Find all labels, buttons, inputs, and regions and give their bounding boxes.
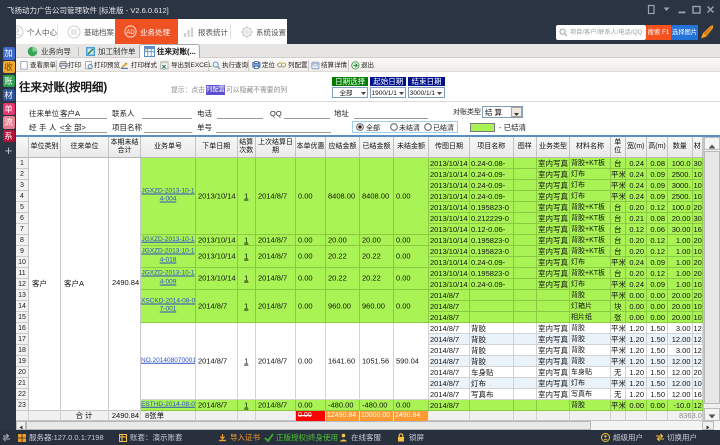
svg-text:AD: AD <box>126 30 135 36</box>
